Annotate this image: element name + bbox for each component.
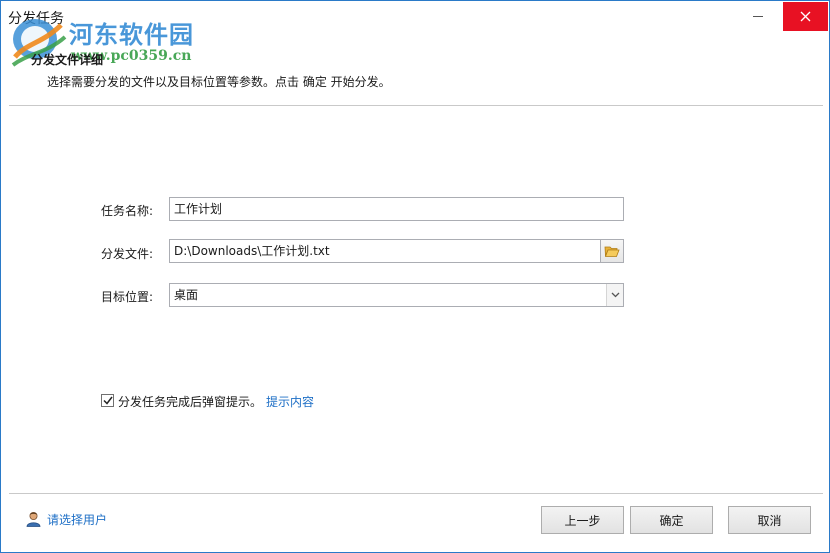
target-location-value: 桌面 — [174, 288, 199, 302]
close-icon — [800, 11, 811, 22]
title-bar: 分发任务 — [1, 1, 829, 33]
target-location-select[interactable]: 桌面 — [169, 283, 624, 307]
popup-notify-label[interactable]: 分发任务完成后弹窗提示。 — [118, 393, 262, 410]
ok-button[interactable]: 确定 — [630, 506, 713, 534]
popup-notify-checkbox[interactable] — [101, 394, 114, 407]
prompt-content-link[interactable]: 提示内容 — [266, 393, 314, 410]
previous-step-button[interactable]: 上一步 — [541, 506, 624, 534]
target-location-label: 目标位置: — [101, 290, 154, 304]
footer-divider — [9, 493, 823, 494]
close-button[interactable] — [783, 2, 828, 31]
header-divider — [9, 105, 823, 106]
select-user-link[interactable]: 请选择用户 — [26, 510, 107, 528]
checkmark-icon — [102, 396, 113, 405]
user-icon — [26, 512, 41, 527]
select-user-label: 请选择用户 — [47, 512, 108, 527]
file-label: 分发文件: — [101, 247, 154, 261]
task-name-label: 任务名称: — [101, 204, 154, 218]
minimize-icon — [753, 16, 763, 17]
section-description: 选择需要分发的文件以及目标位置等参数。点击 确定 开始分发。 — [47, 75, 391, 89]
section-title: 分发文件详细 — [31, 53, 104, 67]
file-path-input[interactable]: D:\Downloads\工作计划.txt — [169, 239, 601, 263]
cancel-button[interactable]: 取消 — [728, 506, 811, 534]
task-name-input[interactable]: 工作计划 — [169, 197, 624, 221]
browse-file-button[interactable] — [600, 239, 624, 263]
window-title: 分发任务 — [8, 11, 64, 27]
dropdown-button[interactable] — [606, 284, 623, 306]
minimize-button[interactable] — [735, 2, 781, 31]
chevron-down-icon — [611, 292, 619, 298]
distribute-task-window: 分发任务 河东软件园 www.pc0359.cn 分发文件详细 选择需要分发的文… — [0, 0, 830, 553]
folder-open-icon — [604, 246, 620, 257]
